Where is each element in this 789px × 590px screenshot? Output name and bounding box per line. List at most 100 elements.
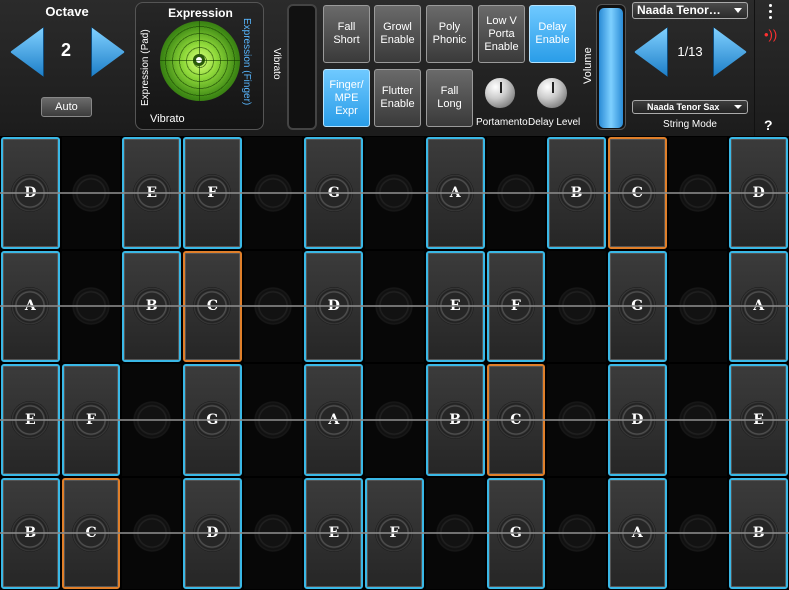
button-label: Delay Enable xyxy=(535,21,570,46)
fall-long-button[interactable]: Fall Long xyxy=(426,69,473,127)
note-pad[interactable]: C xyxy=(607,137,667,249)
note-pad[interactable]: A xyxy=(607,477,667,589)
note-label: D xyxy=(327,298,340,315)
empty-pad[interactable] xyxy=(547,364,606,476)
pad-ring-icon xyxy=(72,173,111,212)
note-pad[interactable]: B xyxy=(1,477,60,589)
volume-label: Volume xyxy=(582,47,594,84)
note-pad[interactable]: E xyxy=(1,364,60,476)
note-pad[interactable]: C xyxy=(61,477,121,589)
note-label: B xyxy=(570,184,583,201)
note-pad[interactable]: A xyxy=(1,250,60,362)
note-pad[interactable]: E xyxy=(122,137,182,249)
preset-select[interactable]: Naada Tenor… xyxy=(632,2,748,19)
empty-pad[interactable] xyxy=(243,364,303,476)
note-pad[interactable]: E xyxy=(304,477,364,589)
empty-pad[interactable] xyxy=(486,137,546,249)
note-pad[interactable]: C xyxy=(486,364,546,476)
portamento-knob[interactable] xyxy=(484,77,516,109)
vibrato-strip[interactable] xyxy=(287,4,317,130)
pad-ring-icon xyxy=(678,400,717,439)
empty-pad[interactable] xyxy=(61,137,121,249)
octave-up-button[interactable] xyxy=(91,27,125,77)
note-pad[interactable]: F xyxy=(183,137,242,249)
empty-pad[interactable] xyxy=(547,250,606,362)
note-pad[interactable]: A xyxy=(425,137,485,249)
note-label: A xyxy=(24,298,36,315)
button-label: Finger/ MPE Expr xyxy=(329,78,364,117)
empty-pad[interactable] xyxy=(547,477,606,589)
delay-level-knob[interactable] xyxy=(536,77,568,109)
note-pad[interactable]: G xyxy=(304,137,364,249)
note-pad[interactable]: D xyxy=(729,137,788,249)
empty-pad[interactable] xyxy=(668,364,728,476)
empty-pad[interactable] xyxy=(365,364,424,476)
note-label: A xyxy=(631,525,643,542)
empty-pad[interactable] xyxy=(243,137,303,249)
note-pad[interactable]: A xyxy=(729,250,788,362)
note-pad[interactable]: G xyxy=(183,364,242,476)
expression-pad[interactable] xyxy=(160,21,240,101)
empty-pad[interactable] xyxy=(122,477,182,589)
note-pad[interactable]: C xyxy=(183,250,242,362)
empty-pad[interactable] xyxy=(243,250,303,362)
auto-button[interactable]: Auto xyxy=(41,97,92,117)
note-pad[interactable]: D xyxy=(183,477,242,589)
empty-pad[interactable] xyxy=(365,250,424,362)
button-label: Fall Long xyxy=(437,85,462,110)
sub-preset-name: Naada Tenor Sax xyxy=(647,102,720,112)
delay-enable-button[interactable]: Delay Enable xyxy=(529,5,576,63)
note-pad[interactable]: F xyxy=(365,477,424,589)
empty-pad[interactable] xyxy=(61,250,121,362)
empty-pad[interactable] xyxy=(365,137,424,249)
pad-ring-icon xyxy=(375,287,414,326)
pad-ring-icon xyxy=(132,400,171,439)
finger-mpe-expr-button[interactable]: Finger/ MPE Expr xyxy=(323,69,370,127)
chevron-down-icon xyxy=(734,105,742,109)
empty-pad[interactable] xyxy=(668,477,728,589)
note-pad[interactable]: B xyxy=(122,250,182,362)
octave-down-button[interactable] xyxy=(10,27,44,77)
note-pad[interactable]: B xyxy=(425,364,485,476)
wireless-signal-icon[interactable]: •)) xyxy=(764,27,777,42)
preset-next-button[interactable] xyxy=(713,27,747,77)
flutter-enable-button[interactable]: Flutter Enable xyxy=(374,69,421,127)
note-pad[interactable]: D xyxy=(607,364,667,476)
expression-vibrato-label: Vibrato xyxy=(150,113,185,125)
note-pad[interactable]: E xyxy=(729,364,788,476)
help-icon[interactable]: ? xyxy=(764,117,773,133)
pad-ring-icon xyxy=(72,287,111,326)
note-grid: D E F G A B C D A B C D E F G A E F G A B C D E B C D E F G A B xyxy=(0,136,789,590)
note-pad[interactable]: D xyxy=(1,137,60,249)
empty-pad[interactable] xyxy=(668,137,728,249)
note-label: D xyxy=(206,525,219,542)
preset-prev-button[interactable] xyxy=(634,27,668,77)
note-label: C xyxy=(510,411,522,428)
sub-preset-select[interactable]: Naada Tenor Sax xyxy=(632,100,748,114)
note-label: E xyxy=(753,411,764,428)
low-v-porta-enable-button[interactable]: Low V Porta Enable xyxy=(478,5,525,63)
note-label: C xyxy=(631,184,643,201)
more-vertical-icon[interactable] xyxy=(764,2,776,20)
note-pad[interactable]: G xyxy=(486,477,546,589)
note-pad[interactable]: D xyxy=(304,250,364,362)
note-pad[interactable]: E xyxy=(425,250,485,362)
growl-enable-button[interactable]: Growl Enable xyxy=(374,5,421,63)
note-pad[interactable]: F xyxy=(61,364,121,476)
note-label: B xyxy=(145,298,158,315)
note-pad[interactable]: B xyxy=(729,477,788,589)
expression-crosshair-icon xyxy=(193,54,205,66)
empty-pad[interactable] xyxy=(425,477,485,589)
note-pad[interactable]: B xyxy=(547,137,606,249)
note-pad[interactable]: A xyxy=(304,364,364,476)
empty-pad[interactable] xyxy=(122,364,182,476)
note-pad[interactable]: F xyxy=(486,250,546,362)
empty-pad[interactable] xyxy=(243,477,303,589)
fall-short-button[interactable]: Fall Short xyxy=(323,5,370,63)
pad-ring-icon xyxy=(436,514,475,553)
portamento-label: Portamento xyxy=(476,117,528,128)
pad-ring-icon xyxy=(254,400,293,439)
note-pad[interactable]: G xyxy=(607,250,667,362)
empty-pad[interactable] xyxy=(668,250,728,362)
poly-phonic-button[interactable]: Poly Phonic xyxy=(426,5,473,63)
